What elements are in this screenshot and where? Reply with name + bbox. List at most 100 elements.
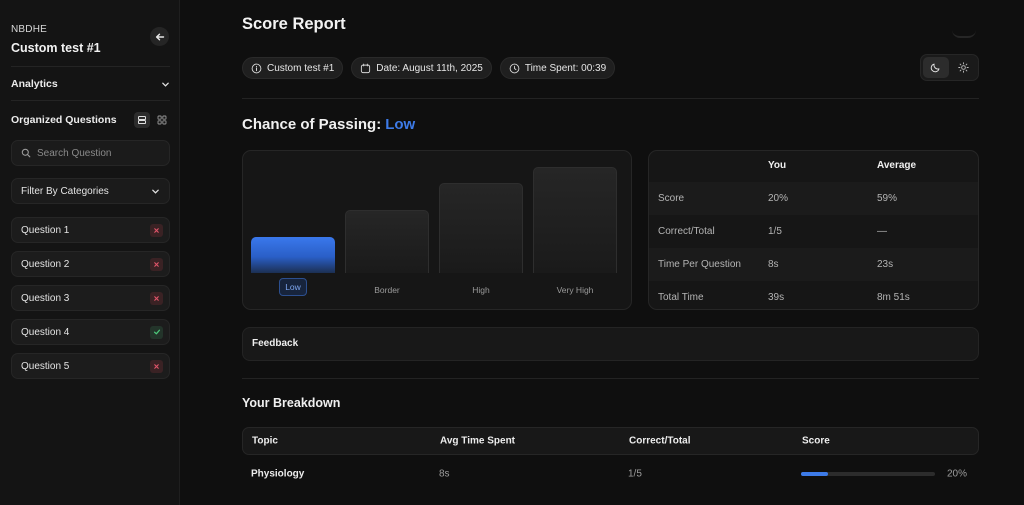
- stats-cell: 39s: [768, 292, 785, 303]
- stats-cell: —: [877, 226, 887, 237]
- test-chip: Custom test #1: [242, 57, 344, 79]
- search-input[interactable]: [37, 147, 157, 159]
- stats-cell: Correct/Total: [658, 226, 715, 237]
- analytics-toggle[interactable]: Analytics: [11, 76, 170, 92]
- stats-row: Score 20% 59%: [649, 182, 978, 215]
- filter-categories-dropdown[interactable]: Filter By Categories: [11, 178, 170, 204]
- breakdown-correct-total: 1/5: [628, 468, 642, 480]
- back-button[interactable]: [150, 27, 169, 46]
- stats-cell: 8m 51s: [877, 292, 910, 303]
- dark-mode-button[interactable]: [923, 57, 949, 78]
- clock-icon: [509, 63, 520, 73]
- passing-gauge: Low Border High Very High: [242, 150, 632, 310]
- score-progress-bar: [801, 472, 935, 476]
- search-icon: [21, 148, 31, 158]
- sidebar-divider: [11, 100, 170, 101]
- stats-cell: 20%: [768, 193, 789, 204]
- passing-bar-label-text: High: [472, 285, 490, 295]
- test-chip-label: Custom test #1: [267, 62, 335, 74]
- stats-table: You Average Score 20% 59% Correct/Total 1/5 — Ti…: [648, 150, 979, 310]
- breakdown-header-avg-time: Avg Time Spent: [440, 435, 516, 447]
- chance-of-passing-label: Chance of Passing:: [242, 116, 382, 133]
- breakdown-title: Your Breakdown: [242, 396, 341, 410]
- feedback-label: Feedback: [252, 338, 299, 349]
- x-icon: [150, 359, 163, 373]
- test-title: Custom test #1: [11, 41, 101, 55]
- section-divider: [242, 378, 979, 379]
- scroll-hint: [952, 28, 976, 38]
- question-label: Question 2: [21, 258, 70, 270]
- breakdown-topic: Physiology: [251, 468, 305, 480]
- info-chips: Custom test #1 Date: August 11th, 2025 T…: [242, 57, 616, 79]
- passing-bar: [533, 167, 617, 273]
- question-item[interactable]: Question 5: [11, 353, 170, 379]
- passing-bar-label-text: Very High: [556, 285, 594, 295]
- filter-label: Filter By Categories: [21, 185, 109, 197]
- stats-row: Time Per Question 8s 23s: [649, 248, 978, 281]
- check-icon: [150, 325, 163, 339]
- question-item[interactable]: Question 1: [11, 217, 170, 243]
- section-divider: [242, 98, 979, 99]
- passing-bar-label: Low: [251, 278, 335, 296]
- stats-header-cell: Average: [877, 160, 917, 171]
- list-view-button[interactable]: [134, 112, 150, 128]
- x-icon: [150, 257, 163, 271]
- question-label: Question 1: [21, 224, 70, 236]
- passing-bar: [345, 210, 429, 273]
- calendar-icon: [361, 63, 371, 73]
- stats-header-cell: You: [768, 160, 787, 171]
- chance-of-passing-heading: Chance of Passing: Low: [242, 116, 415, 133]
- score-progress-fill: [801, 472, 828, 476]
- analytics-label: Analytics: [11, 78, 58, 90]
- breakdown-header-topic: Topic: [252, 435, 278, 447]
- sun-icon: [958, 62, 969, 73]
- question-label: Question 5: [21, 360, 70, 372]
- theme-toggle: [920, 54, 979, 81]
- question-label: Question 4: [21, 326, 70, 338]
- organized-questions-label: Organized Questions: [11, 114, 117, 126]
- stats-cell: Score: [658, 193, 685, 204]
- chevron-down-icon: [152, 189, 159, 194]
- stats-cell: 23s: [877, 259, 894, 270]
- breakdown-header-row: Topic Avg Time Spent Correct/Total Score: [242, 427, 979, 455]
- passing-level: Low: [385, 116, 416, 133]
- stats-cell: 1/5: [768, 226, 782, 237]
- date-chip: Date: August 11th, 2025: [351, 57, 492, 79]
- passing-bar: [439, 183, 523, 273]
- main-content: Score Report Custom test #1 Date: August…: [180, 0, 1024, 505]
- arrow-left-icon: [155, 33, 164, 40]
- chevron-down-icon: [162, 82, 169, 87]
- breakdown-score-label: 20%: [947, 468, 968, 480]
- grid-view-button[interactable]: [154, 112, 170, 128]
- view-toggle: [134, 112, 170, 128]
- question-item[interactable]: Question 4: [11, 319, 170, 345]
- exam-brand: NBDHE: [11, 24, 48, 35]
- breakdown-row: Physiology 8s 1/5 20%: [242, 460, 979, 488]
- list-view-icon: [138, 116, 146, 124]
- x-icon: [150, 223, 163, 237]
- passing-bar-label-text: Low: [279, 278, 307, 296]
- organized-questions-header: Organized Questions: [11, 110, 170, 130]
- sidebar: NBDHE Custom test #1 Analytics Organized…: [0, 0, 180, 505]
- stats-cell: Total Time: [658, 292, 704, 303]
- date-chip-label: Date: August 11th, 2025: [376, 62, 483, 74]
- sidebar-divider: [11, 66, 170, 67]
- passing-bar: [251, 237, 335, 273]
- question-item[interactable]: Question 2: [11, 251, 170, 277]
- breakdown-header-correct-total: Correct/Total: [629, 435, 691, 447]
- breakdown-header-score: Score: [802, 435, 830, 447]
- question-item[interactable]: Question 3: [11, 285, 170, 311]
- info-icon: [251, 63, 262, 73]
- stats-cell: 59%: [877, 193, 898, 204]
- passing-bar-label-text: Border: [374, 285, 400, 295]
- question-list: Question 1 Question 2 Question 3 Question 4…: [11, 217, 170, 387]
- stats-cell: 8s: [768, 259, 779, 270]
- stats-row: Correct/Total 1/5 —: [649, 215, 978, 248]
- light-mode-button[interactable]: [951, 57, 977, 78]
- feedback-panel[interactable]: Feedback: [242, 327, 979, 361]
- stats-row: Total Time 39s 8m 51s: [649, 281, 978, 309]
- time-chip: Time Spent: 00:39: [499, 57, 616, 79]
- x-icon: [150, 291, 163, 305]
- stats-header-row: You Average: [649, 151, 978, 182]
- breakdown-avg-time: 8s: [439, 468, 450, 480]
